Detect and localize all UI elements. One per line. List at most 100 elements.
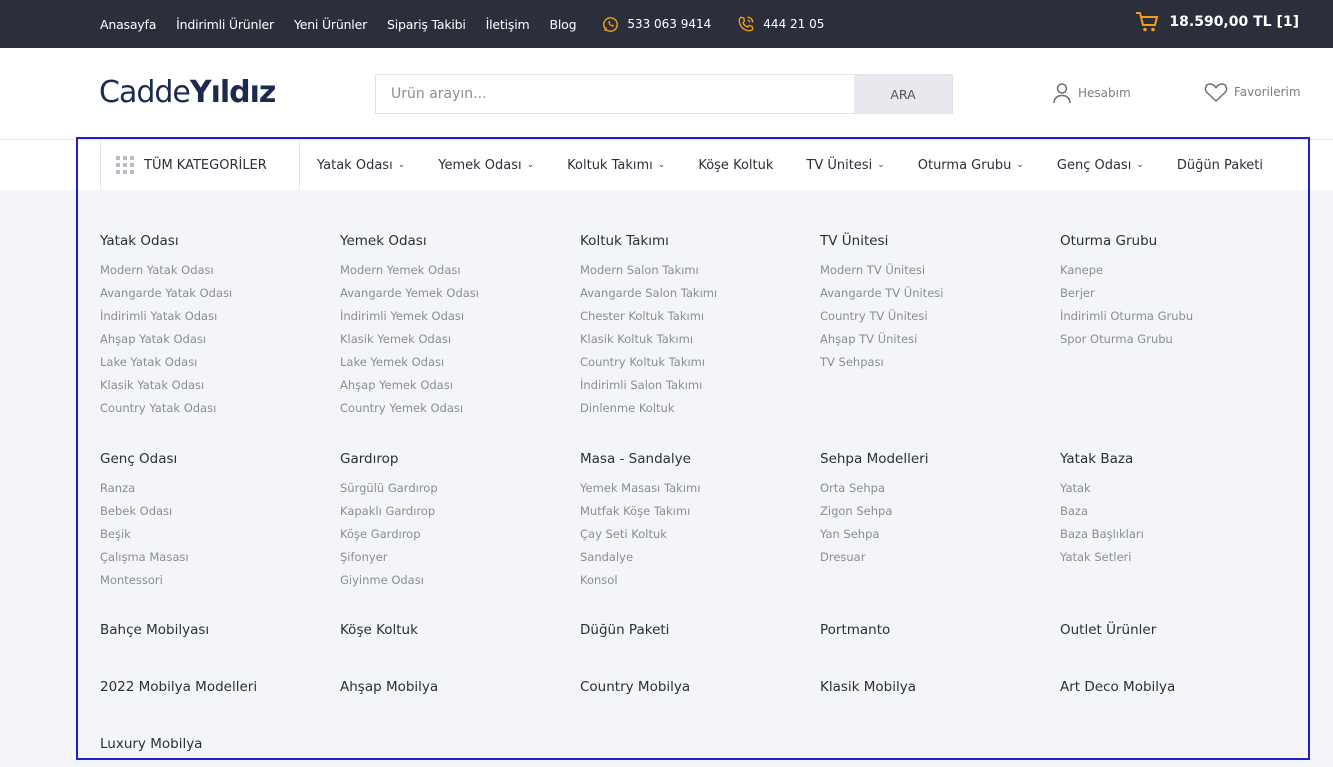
menu-category-link[interactable]: 2022 Mobilya Modelleri (100, 679, 257, 695)
menu-subitem[interactable]: Şifonyer (340, 546, 570, 569)
favorites-link[interactable]: Favorilerim (1204, 82, 1301, 102)
phone-number: 444 21 05 (763, 17, 825, 31)
menu-subitem[interactable]: Yatak (1060, 477, 1290, 500)
menu-category-link[interactable]: Düğün Paketi (580, 622, 669, 638)
menu-subitem[interactable]: Chester Koltuk Takımı (580, 305, 810, 328)
nav-item-koltuk-takimi[interactable]: Koltuk Takımı ⌄ (550, 158, 681, 173)
menu-category-link[interactable]: Klasik Mobilya (820, 679, 916, 695)
menu-column-title[interactable]: Genç Odası (100, 451, 330, 467)
nav-item-oturma-grubu[interactable]: Oturma Grubu ⌄ (901, 158, 1040, 173)
menu-sublist: Modern Salon Takımı Avangarde Salon Takım… (580, 259, 810, 420)
top-link-contact[interactable]: İletişim (486, 17, 530, 32)
menu-subitem[interactable]: Ahşap Yatak Odası (100, 328, 330, 351)
menu-subitem[interactable]: Giyinme Odası (340, 569, 570, 592)
top-link-home[interactable]: Anasayfa (100, 17, 156, 32)
account-link[interactable]: Hesabım (1052, 82, 1131, 104)
menu-subitem[interactable]: Modern Salon Takımı (580, 259, 810, 282)
menu-subitem[interactable]: Country TV Ünitesi (820, 305, 1050, 328)
menu-subitem[interactable]: Ahşap Yemek Odası (340, 374, 570, 397)
nav-item-yatak-odasi[interactable]: Yatak Odası ⌄ (300, 158, 421, 173)
top-link-new[interactable]: Yeni Ürünler (294, 17, 367, 32)
search-input[interactable] (376, 75, 854, 113)
menu-subitem[interactable]: Avangarde Yemek Odası (340, 282, 570, 305)
menu-subitem[interactable]: Beşik (100, 523, 330, 546)
whatsapp-contact[interactable]: 533 063 9414 (602, 16, 711, 33)
top-link-discounted[interactable]: İndirimli Ürünler (176, 17, 274, 32)
menu-subitem[interactable]: İndirimli Yatak Odası (100, 305, 330, 328)
nav-item-yemek-odasi[interactable]: Yemek Odası ⌄ (421, 158, 550, 173)
menu-subitem[interactable]: Dresuar (820, 546, 1050, 569)
menu-category-link[interactable]: Portmanto (820, 622, 890, 638)
cart-summary[interactable]: 18.590,00 TL [1] (1135, 0, 1299, 44)
all-categories-button[interactable]: TÜM KATEGORİLER (100, 140, 300, 190)
menu-subitem[interactable]: Montessori (100, 569, 330, 592)
cart-icon (1136, 12, 1159, 32)
nav-item-kose-koltuk[interactable]: Köşe Koltuk (681, 158, 789, 173)
menu-column-title[interactable]: Oturma Grubu (1060, 233, 1290, 249)
nav-item-genc-odasi[interactable]: Genç Odası ⌄ (1040, 158, 1160, 173)
menu-subitem[interactable]: Dinlenme Koltuk (580, 397, 810, 420)
menu-subitem[interactable]: Sandalye (580, 546, 810, 569)
menu-subitem[interactable]: İndirimli Yemek Odası (340, 305, 570, 328)
menu-column-title[interactable]: TV Ünitesi (820, 233, 1050, 249)
menu-subitem[interactable]: Yan Sehpa (820, 523, 1050, 546)
nav-item-tv-unitesi[interactable]: TV Ünitesi ⌄ (789, 158, 900, 173)
menu-subitem[interactable]: Country Koltuk Takımı (580, 351, 810, 374)
menu-category-link[interactable]: Country Mobilya (580, 679, 690, 695)
menu-subitem[interactable]: Modern Yemek Odası (340, 259, 570, 282)
menu-subitem[interactable]: Yatak Setleri (1060, 546, 1290, 569)
menu-category-link[interactable]: Art Deco Mobilya (1060, 679, 1175, 695)
menu-subitem[interactable]: Lake Yatak Odası (100, 351, 330, 374)
menu-subitem[interactable]: Baza (1060, 500, 1290, 523)
menu-subitem[interactable]: Çay Seti Koltuk (580, 523, 810, 546)
menu-column-title[interactable]: Gardırop (340, 451, 570, 467)
menu-subitem[interactable]: Klasik Yatak Odası (100, 374, 330, 397)
menu-subitem[interactable]: Kapaklı Gardırop (340, 500, 570, 523)
logo[interactable]: CaddeYıldız (99, 75, 276, 110)
menu-category-link[interactable]: Luxury Mobilya (100, 736, 202, 752)
menu-category-link[interactable]: Köşe Koltuk (340, 622, 418, 638)
phone-contact[interactable]: 444 21 05 (737, 15, 824, 33)
menu-subitem[interactable]: Klasik Koltuk Takımı (580, 328, 810, 351)
menu-subitem[interactable]: Kanepe (1060, 259, 1290, 282)
menu-subitem[interactable]: Country Yatak Odası (100, 397, 330, 420)
menu-subitem[interactable]: Ahşap TV Ünitesi (820, 328, 1050, 351)
menu-category-link[interactable]: Outlet Ürünler (1060, 622, 1156, 638)
menu-subitem[interactable]: Ranza (100, 477, 330, 500)
menu-subitem[interactable]: Klasik Yemek Odası (340, 328, 570, 351)
menu-column-title[interactable]: Koltuk Takımı (580, 233, 810, 249)
menu-subitem[interactable]: İndirimli Oturma Grubu (1060, 305, 1290, 328)
menu-subitem[interactable]: İndirimli Salon Takımı (580, 374, 810, 397)
menu-subitem[interactable]: Lake Yemek Odası (340, 351, 570, 374)
menu-subitem[interactable]: Berjer (1060, 282, 1290, 305)
menu-column-title[interactable]: Yemek Odası (340, 233, 570, 249)
menu-subitem[interactable]: Sürgülü Gardırop (340, 477, 570, 500)
menu-subitem[interactable]: Modern Yatak Odası (100, 259, 330, 282)
menu-subitem[interactable]: Avangarde Salon Takımı (580, 282, 810, 305)
menu-category-link[interactable]: Bahçe Mobilyası (100, 622, 209, 638)
menu-subitem[interactable]: Spor Oturma Grubu (1060, 328, 1290, 351)
menu-column-title[interactable]: Yatak Baza (1060, 451, 1290, 467)
search-button[interactable]: ARA (854, 75, 952, 113)
menu-subitem[interactable]: Bebek Odası (100, 500, 330, 523)
menu-subitem[interactable]: Baza Başlıkları (1060, 523, 1290, 546)
top-link-blog[interactable]: Blog (549, 17, 576, 32)
menu-subitem[interactable]: Modern TV Ünitesi (820, 259, 1050, 282)
menu-subitem[interactable]: Çalışma Masası (100, 546, 330, 569)
menu-subitem[interactable]: Avangarde Yatak Odası (100, 282, 330, 305)
menu-column-title[interactable]: Yatak Odası (100, 233, 330, 249)
menu-category-link[interactable]: Ahşap Mobilya (340, 679, 438, 695)
menu-subitem[interactable]: Avangarde TV Ünitesi (820, 282, 1050, 305)
menu-subitem[interactable]: TV Sehpası (820, 351, 1050, 374)
menu-column-title[interactable]: Masa - Sandalye (580, 451, 810, 467)
menu-subitem[interactable]: Yemek Masası Takımı (580, 477, 810, 500)
menu-subitem[interactable]: Country Yemek Odası (340, 397, 570, 420)
menu-subitem[interactable]: Konsol (580, 569, 810, 592)
top-link-order-tracking[interactable]: Sipariş Takibi (387, 17, 466, 32)
menu-subitem[interactable]: Köşe Gardırop (340, 523, 570, 546)
menu-column-title[interactable]: Sehpa Modelleri (820, 451, 1050, 467)
menu-subitem[interactable]: Zigon Sehpa (820, 500, 1050, 523)
menu-subitem[interactable]: Orta Sehpa (820, 477, 1050, 500)
nav-item-dugun-paketi[interactable]: Düğün Paketi (1160, 158, 1279, 173)
menu-subitem[interactable]: Mutfak Köşe Takımı (580, 500, 810, 523)
